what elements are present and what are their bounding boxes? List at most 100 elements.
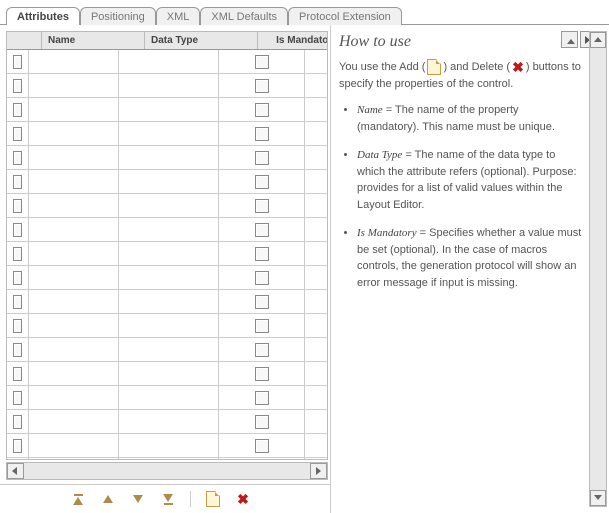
- data-type-cell[interactable]: [119, 146, 219, 169]
- move-down-button[interactable]: [130, 491, 146, 507]
- tab-xml[interactable]: XML: [156, 7, 201, 25]
- delete-button[interactable]: ✖: [235, 491, 251, 507]
- is-mandatory-cell[interactable]: [219, 50, 305, 73]
- data-type-cell[interactable]: [119, 242, 219, 265]
- checkbox[interactable]: [255, 127, 269, 141]
- scroll-right-button[interactable]: [310, 463, 327, 479]
- row-select-cell[interactable]: [7, 362, 29, 385]
- name-cell[interactable]: [29, 122, 119, 145]
- is-mandatory-cell[interactable]: [219, 74, 305, 97]
- is-mandatory-cell[interactable]: [219, 218, 305, 241]
- row-select-cell[interactable]: [7, 434, 29, 457]
- table-row[interactable]: [7, 122, 327, 146]
- checkbox[interactable]: [255, 415, 269, 429]
- data-type-cell[interactable]: [119, 122, 219, 145]
- checkbox[interactable]: [13, 127, 22, 141]
- checkbox[interactable]: [13, 343, 22, 357]
- name-cell[interactable]: [29, 98, 119, 121]
- grid-hscrollbar[interactable]: [6, 462, 328, 480]
- name-cell[interactable]: [29, 242, 119, 265]
- data-type-cell[interactable]: [119, 194, 219, 217]
- row-select-cell[interactable]: [7, 74, 29, 97]
- table-row[interactable]: [7, 434, 327, 458]
- table-row[interactable]: [7, 386, 327, 410]
- name-cell[interactable]: [29, 290, 119, 313]
- table-row[interactable]: [7, 242, 327, 266]
- name-cell[interactable]: [29, 50, 119, 73]
- table-row[interactable]: [7, 98, 327, 122]
- checkbox[interactable]: [13, 223, 22, 237]
- is-mandatory-cell[interactable]: [219, 410, 305, 433]
- checkbox[interactable]: [255, 367, 269, 381]
- is-mandatory-cell[interactable]: [219, 386, 305, 409]
- move-up-button[interactable]: [100, 491, 116, 507]
- table-row[interactable]: [7, 410, 327, 434]
- row-select-cell[interactable]: [7, 170, 29, 193]
- data-type-cell[interactable]: [119, 98, 219, 121]
- row-select-cell[interactable]: [7, 338, 29, 361]
- data-type-cell[interactable]: [119, 458, 219, 460]
- row-select-cell[interactable]: [7, 194, 29, 217]
- scroll-up-button[interactable]: [590, 32, 606, 48]
- row-select-cell[interactable]: [7, 386, 29, 409]
- row-select-cell[interactable]: [7, 242, 29, 265]
- checkbox[interactable]: [13, 391, 22, 405]
- name-cell[interactable]: [29, 338, 119, 361]
- move-top-button[interactable]: [70, 491, 86, 507]
- row-select-cell[interactable]: [7, 314, 29, 337]
- data-type-cell[interactable]: [119, 218, 219, 241]
- checkbox[interactable]: [255, 271, 269, 285]
- data-type-cell[interactable]: [119, 386, 219, 409]
- is-mandatory-cell[interactable]: [219, 362, 305, 385]
- header-is-mandatory[interactable]: Is Mandatory: [258, 32, 328, 49]
- table-row[interactable]: [7, 290, 327, 314]
- table-row[interactable]: [7, 266, 327, 290]
- checkbox[interactable]: [13, 55, 22, 69]
- name-cell[interactable]: [29, 314, 119, 337]
- row-select-cell[interactable]: [7, 122, 29, 145]
- checkbox[interactable]: [13, 79, 22, 93]
- is-mandatory-cell[interactable]: [219, 290, 305, 313]
- checkbox[interactable]: [255, 247, 269, 261]
- is-mandatory-cell[interactable]: [219, 170, 305, 193]
- checkbox[interactable]: [255, 319, 269, 333]
- name-cell[interactable]: [29, 74, 119, 97]
- checkbox[interactable]: [255, 295, 269, 309]
- data-type-cell[interactable]: [119, 50, 219, 73]
- checkbox[interactable]: [13, 415, 22, 429]
- is-mandatory-cell[interactable]: [219, 338, 305, 361]
- table-row[interactable]: [7, 50, 327, 74]
- tab-positioning[interactable]: Positioning: [80, 7, 156, 25]
- data-type-cell[interactable]: [119, 290, 219, 313]
- checkbox[interactable]: [13, 271, 22, 285]
- name-cell[interactable]: [29, 410, 119, 433]
- checkbox[interactable]: [255, 343, 269, 357]
- table-row[interactable]: [7, 314, 327, 338]
- row-select-cell[interactable]: [7, 410, 29, 433]
- checkbox[interactable]: [13, 151, 22, 165]
- move-bottom-button[interactable]: [160, 491, 176, 507]
- tab-protocol-extension[interactable]: Protocol Extension: [288, 7, 402, 25]
- checkbox[interactable]: [13, 439, 22, 453]
- tab-attributes[interactable]: Attributes: [6, 7, 80, 25]
- checkbox[interactable]: [13, 199, 22, 213]
- help-vscrollbar[interactable]: [589, 31, 607, 507]
- is-mandatory-cell[interactable]: [219, 122, 305, 145]
- is-mandatory-cell[interactable]: [219, 314, 305, 337]
- data-type-cell[interactable]: [119, 410, 219, 433]
- name-cell[interactable]: [29, 458, 119, 460]
- data-type-cell[interactable]: [119, 338, 219, 361]
- table-row[interactable]: [7, 218, 327, 242]
- is-mandatory-cell[interactable]: [219, 242, 305, 265]
- table-row[interactable]: [7, 146, 327, 170]
- row-select-cell[interactable]: [7, 98, 29, 121]
- checkbox[interactable]: [255, 439, 269, 453]
- row-select-cell[interactable]: [7, 266, 29, 289]
- checkbox[interactable]: [255, 79, 269, 93]
- is-mandatory-cell[interactable]: [219, 146, 305, 169]
- is-mandatory-cell[interactable]: [219, 458, 305, 460]
- checkbox[interactable]: [255, 55, 269, 69]
- name-cell[interactable]: [29, 218, 119, 241]
- checkbox[interactable]: [255, 199, 269, 213]
- checkbox[interactable]: [255, 175, 269, 189]
